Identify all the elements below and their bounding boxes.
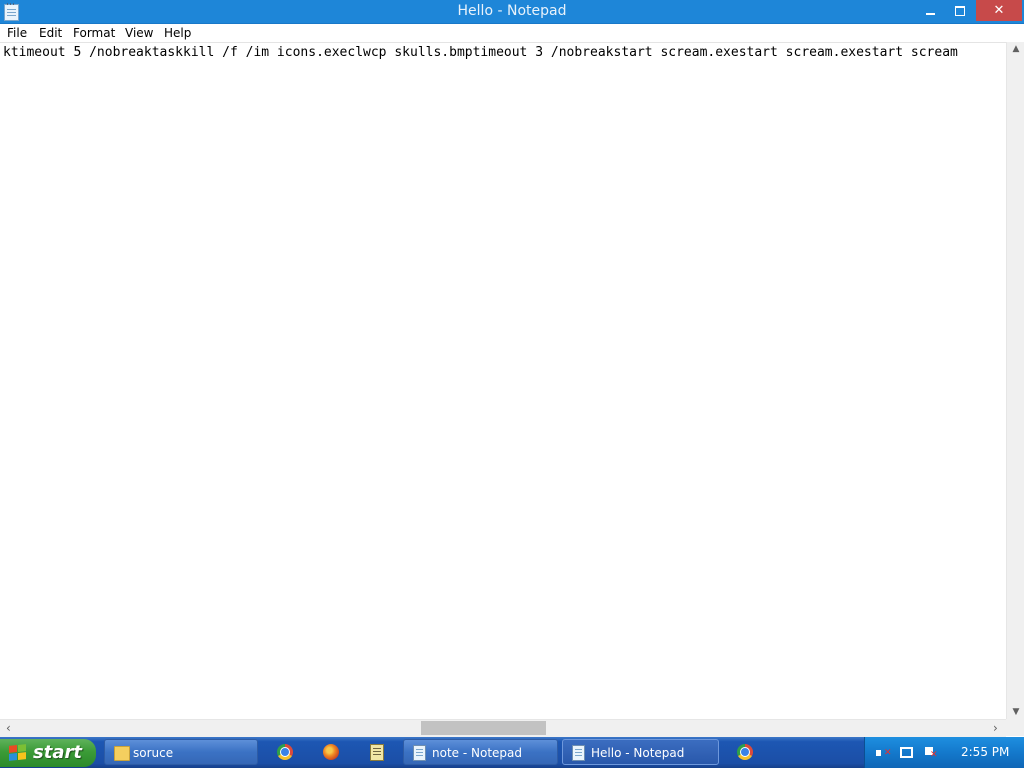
task-label: soruce xyxy=(133,746,174,760)
notepad-icon xyxy=(572,745,585,761)
volume-muted-icon[interactable] xyxy=(876,747,892,759)
scroll-down-icon[interactable]: ▼ xyxy=(1007,707,1024,717)
action-center-icon[interactable] xyxy=(924,747,938,760)
menu-edit[interactable]: Edit xyxy=(39,26,62,40)
menu-bar: File Edit Format View Help xyxy=(0,24,1024,42)
notepad-icon xyxy=(413,745,426,761)
menu-view[interactable]: View xyxy=(125,26,153,40)
network-icon[interactable] xyxy=(900,747,913,758)
scrollbar-thumb[interactable] xyxy=(421,721,546,735)
restore-icon xyxy=(954,5,965,16)
title-bar[interactable]: Hello - Notepad ✕ xyxy=(0,0,1024,24)
minimize-button[interactable] xyxy=(917,0,944,21)
task-label: note - Notepad xyxy=(432,746,522,760)
chrome-icon[interactable] xyxy=(277,744,293,760)
vertical-scrollbar[interactable]: ▲ ▼ xyxy=(1006,42,1024,719)
text-editor[interactable]: ktimeout 5 /nobreaktaskkill /f /im icons… xyxy=(0,42,1006,720)
minimize-icon xyxy=(926,12,935,15)
windows-logo-icon xyxy=(9,744,26,762)
folder-icon xyxy=(114,746,130,761)
close-icon: ✕ xyxy=(993,3,1005,18)
firefox-icon[interactable] xyxy=(323,744,339,760)
scroll-left-icon[interactable]: ‹ xyxy=(6,721,11,735)
start-button[interactable]: start xyxy=(0,739,96,767)
scrollbar-corner xyxy=(1006,719,1024,736)
taskbar: start soruce note - Notepad Hello - Note… xyxy=(0,737,1024,768)
notepad-icon[interactable] xyxy=(370,744,384,761)
window-title: Hello - Notepad xyxy=(457,3,567,19)
horizontal-scrollbar[interactable]: ‹ › xyxy=(0,719,1006,737)
scroll-right-icon[interactable]: › xyxy=(993,721,998,735)
taskbar-item-note-notepad[interactable]: note - Notepad xyxy=(403,739,558,765)
menu-format[interactable]: Format xyxy=(73,26,115,40)
close-button[interactable]: ✕ xyxy=(976,0,1022,21)
menu-file[interactable]: File xyxy=(7,26,27,40)
task-label: Hello - Notepad xyxy=(591,746,685,760)
system-tray: 2:55 PM xyxy=(864,737,1024,768)
menu-help[interactable]: Help xyxy=(164,26,191,40)
start-label: start xyxy=(33,742,82,763)
taskbar-item-soruce[interactable]: soruce xyxy=(104,739,258,765)
restore-button[interactable] xyxy=(946,0,973,21)
clock[interactable]: 2:55 PM xyxy=(961,745,1009,759)
chrome-icon[interactable] xyxy=(737,744,753,760)
editor-content[interactable]: ktimeout 5 /nobreaktaskkill /f /im icons… xyxy=(3,45,958,60)
scroll-up-icon[interactable]: ▲ xyxy=(1007,44,1024,54)
taskbar-item-hello-notepad[interactable]: Hello - Notepad xyxy=(562,739,719,765)
